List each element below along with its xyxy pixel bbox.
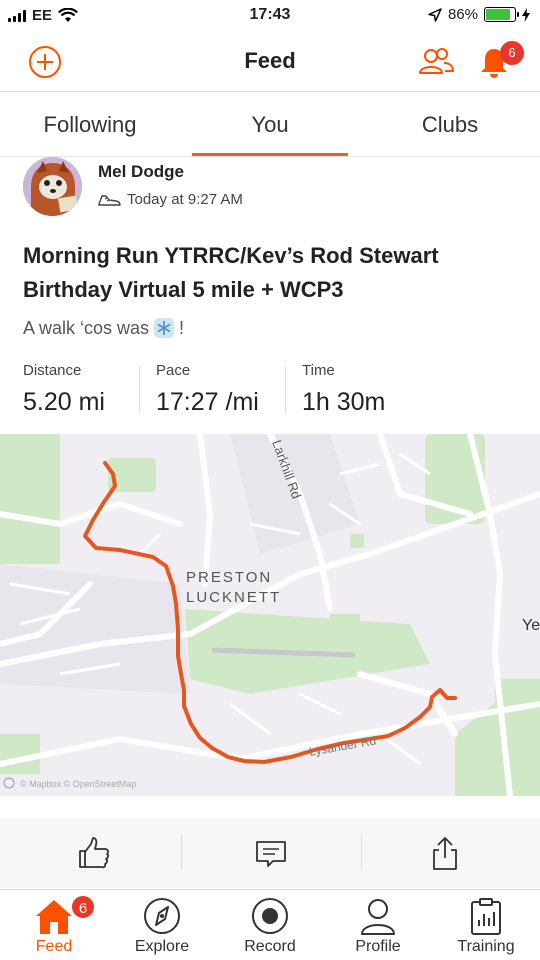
location-arrow-icon: [428, 7, 442, 22]
stat-label: Pace: [156, 362, 191, 379]
comment-icon[interactable]: [251, 834, 291, 872]
activity-timestamp: Today at 9:27 AM: [97, 191, 243, 208]
action-separator: [361, 834, 362, 870]
tabbar-item-record[interactable]: Record: [216, 890, 324, 960]
mapbox-logo-icon: [3, 777, 15, 789]
stat-pace: Pace 17:27 /mi: [156, 362, 259, 417]
shoe-icon: [98, 194, 121, 206]
notification-badge: 6: [500, 41, 524, 65]
training-icon: [471, 898, 501, 935]
share-icon[interactable]: [425, 834, 465, 872]
battery-percent: 86%: [447, 6, 478, 23]
tabbar-label: Feed: [35, 938, 73, 955]
snowflake-icon: [154, 318, 175, 338]
tab-following[interactable]: Following: [0, 93, 180, 157]
activity-time-text: Today at 9:27 AM: [127, 191, 243, 208]
activity-description-text: A walk ‘cos was: [23, 317, 150, 338]
map-place-label-lucknett: LUCKNETT: [186, 589, 281, 606]
active-tab-indicator: [192, 153, 348, 156]
stat-time: Time 1h 30m: [302, 362, 385, 417]
home-icon: [36, 900, 72, 934]
tab-you[interactable]: You: [180, 93, 360, 157]
map-place-label-preston: PRESTON: [186, 569, 272, 586]
tabbar-label: Record: [244, 938, 296, 955]
avatar-image: [23, 157, 82, 216]
find-friends-icon[interactable]: [417, 45, 455, 79]
tabbar-label: Profile: [355, 938, 401, 955]
compass-icon: [144, 898, 180, 934]
stat-label: Time: [302, 362, 335, 379]
feed-badge: 6: [70, 894, 96, 920]
action-separator: [181, 834, 182, 870]
stat-divider: [139, 366, 140, 414]
activity-description: A walk ‘cos was !: [23, 317, 184, 339]
map-attribution[interactable]: © Mapbox © OpenStreetMap: [20, 779, 136, 789]
status-bar: EE 17:43 86%: [0, 0, 540, 34]
stat-value: 17:27 /mi: [156, 388, 259, 416]
profile-icon: [361, 899, 395, 935]
activity-title[interactable]: Morning Run YTRRC/Kev’s Rod Stewart Birt…: [23, 239, 523, 307]
tabbar-label: Training: [457, 938, 515, 955]
bottom-tab-bar: 6 Feed Explore Record Profile Training: [0, 889, 540, 960]
activity-stats: Distance 5.20 mi Pace 17:27 /mi Time 1h …: [0, 362, 540, 422]
app-header: Feed: [0, 34, 540, 92]
stat-divider: [285, 366, 286, 414]
tab-clubs[interactable]: Clubs: [360, 93, 540, 157]
stat-value: 5.20 mi: [23, 388, 105, 416]
map-graphic: Larkhill Rd Lysander Rd PRESTON LUCKNETT…: [0, 434, 540, 796]
tabbar-item-profile[interactable]: Profile: [324, 890, 432, 960]
map-edge-label: Ye: [522, 617, 540, 634]
route-map[interactable]: Larkhill Rd Lysander Rd PRESTON LUCKNETT…: [0, 434, 540, 796]
activity-actions: [0, 818, 540, 888]
thumbs-up-icon[interactable]: [74, 834, 114, 872]
battery-icon: [484, 7, 519, 22]
avatar[interactable]: [23, 157, 82, 216]
tabbar-item-training[interactable]: Training: [432, 890, 540, 960]
charging-icon: [522, 7, 530, 22]
page-title: Feed: [244, 48, 296, 73]
tabbar-item-explore[interactable]: Explore: [108, 890, 216, 960]
battery-fill: [486, 9, 511, 20]
stat-label: Distance: [23, 362, 82, 379]
stat-value: 1h 30m: [302, 388, 386, 416]
activity-description-suffix: !: [179, 317, 185, 338]
tabbar-label: Explore: [134, 938, 190, 955]
record-icon: [252, 898, 288, 934]
stat-distance: Distance 5.20 mi: [23, 362, 105, 417]
feed-tabs: Following You Clubs: [0, 93, 540, 157]
status-right: 86%: [428, 6, 530, 23]
tabbar-item-feed[interactable]: 6 Feed: [0, 890, 108, 960]
athlete-name[interactable]: Mel Dodge: [98, 162, 184, 182]
